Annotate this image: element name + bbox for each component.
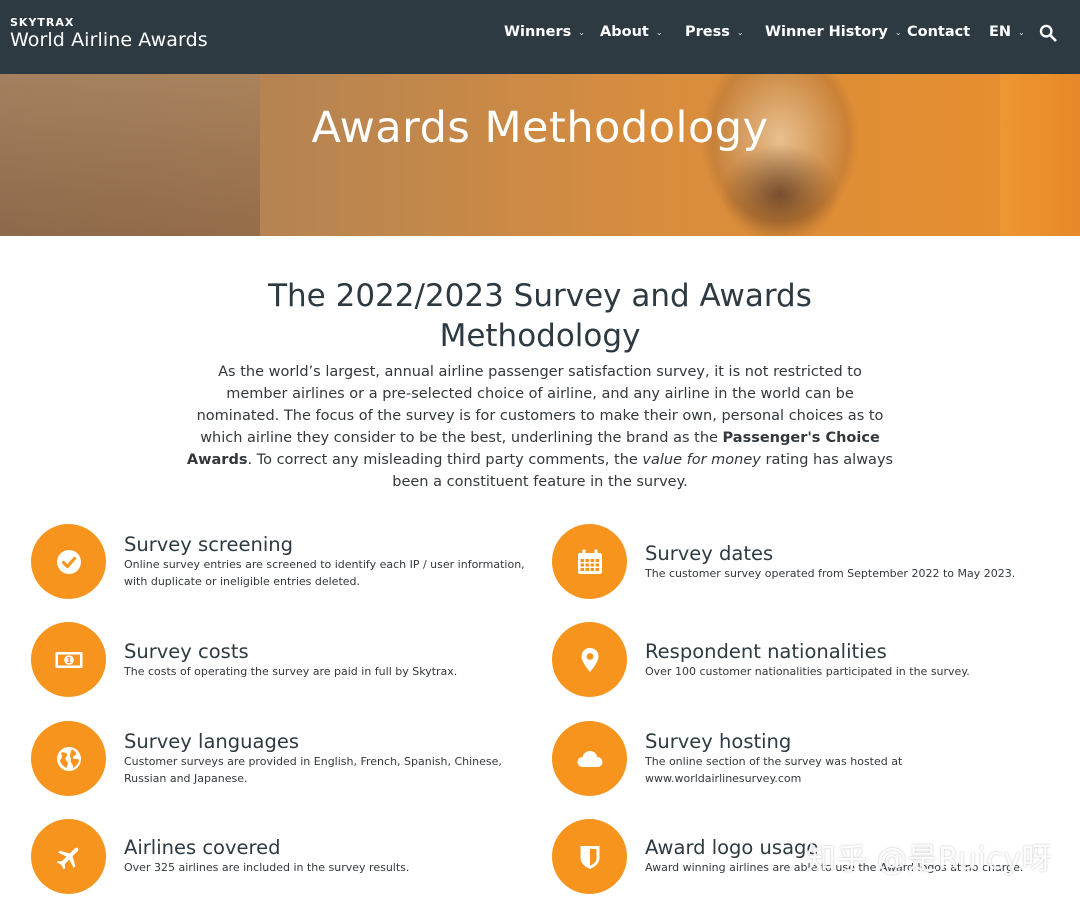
hero-background — [1000, 74, 1080, 236]
main-menu: Winners ⌄ About ⌄ Press ⌄ Winner History ⌄ C… — [0, 0, 1080, 74]
feature-description: The online section of the survey was hos… — [645, 755, 903, 785]
feature-icon-circle — [31, 524, 106, 599]
chevron-down-icon: ⌄ — [578, 27, 585, 37]
nav-contact[interactable]: Contact — [907, 24, 970, 40]
globe-icon — [56, 746, 81, 771]
nav-language[interactable]: EN ⌄ — [989, 24, 1025, 40]
nav-press[interactable]: Press ⌄ — [685, 24, 744, 40]
feature-description: Over 325 airlines are included in the su… — [124, 861, 410, 874]
nav-label: About — [600, 24, 649, 40]
cloud-icon — [577, 750, 602, 767]
feature-title: Survey dates — [645, 542, 774, 565]
shield-icon — [580, 845, 599, 869]
section-title: The 2022/2023 Survey and Awards Methodol… — [268, 278, 812, 354]
nav-label: Winner History — [765, 24, 888, 40]
hero-banner — [0, 74, 1080, 236]
feature-icon-circle — [552, 524, 627, 599]
feature-icon-circle — [552, 622, 627, 697]
feature-description: The costs of operating the survey are pa… — [124, 665, 458, 678]
nav-label: Winners — [504, 24, 572, 40]
feature-respondent-nationalities: Respondent nationalities Over 100 custom… — [552, 622, 1052, 698]
hero-background — [720, 144, 840, 236]
feature-icon-circle — [31, 721, 106, 796]
nav-winner-history[interactable]: Winner History ⌄ — [765, 24, 902, 40]
nav-label: Press — [685, 24, 730, 40]
chevron-down-icon: ⌄ — [1018, 27, 1025, 37]
feature-description: The customer survey operated from Septem… — [645, 567, 1016, 580]
feature-title: Survey screening — [124, 533, 294, 556]
money-icon: 1 — [55, 651, 82, 668]
intro-text-2: . To correct any misleading third party … — [247, 452, 643, 468]
calendar-icon — [577, 549, 602, 574]
hero-background — [0, 74, 260, 236]
feature-icon-circle — [552, 721, 627, 796]
feature-icon-circle — [31, 819, 106, 894]
feature-title: Survey languages — [124, 730, 299, 753]
nav-label: EN — [989, 24, 1012, 40]
nav-about[interactable]: About ⌄ — [600, 24, 663, 40]
feature-title: Survey costs — [124, 640, 249, 663]
chevron-down-icon: ⌄ — [894, 27, 902, 37]
watermark-text: 知乎 @是Ruicy呀 — [806, 842, 1053, 877]
plane-icon — [56, 847, 78, 869]
feature-description: Customer surveys are provided in English… — [124, 755, 502, 785]
feature-airlines-covered: Airlines covered Over 325 airlines are i… — [31, 819, 531, 895]
feature-icon-circle: 1 — [31, 622, 106, 697]
feature-title: Award logo usage — [645, 836, 819, 859]
feature-survey-screening: Survey screening Online survey entries a… — [31, 524, 531, 600]
chevron-down-icon: ⌄ — [655, 27, 663, 37]
feature-survey-dates: Survey dates The customer survey operate… — [552, 524, 1052, 600]
nav-winners[interactable]: Winners ⌄ — [504, 24, 585, 40]
svg-text:1: 1 — [66, 656, 72, 665]
feature-survey-hosting: Survey hosting The online section of the… — [552, 721, 1052, 797]
chevron-down-icon: ⌄ — [736, 27, 744, 37]
intro-paragraph: As the world’s largest, annual airline p… — [186, 361, 894, 493]
page-title: Awards Methodology — [311, 103, 769, 153]
feature-title: Airlines covered — [124, 836, 281, 859]
search-icon[interactable] — [1039, 24, 1057, 42]
top-navbar: SKYTRAX World Airline Awards Winners ⌄ Ab… — [0, 0, 1080, 74]
feature-survey-costs: 1 Survey costs The costs of operating th… — [31, 622, 531, 698]
feature-description: Over 100 customer nationalities particip… — [645, 665, 970, 678]
feature-icon-circle — [552, 819, 627, 894]
nav-label: Contact — [907, 24, 971, 40]
check-circle-icon — [56, 549, 81, 574]
map-pin-icon — [581, 647, 598, 672]
feature-title: Respondent nationalities — [645, 640, 887, 663]
feature-title: Survey hosting — [645, 730, 792, 753]
feature-description: Online survey entries are screened to id… — [124, 558, 525, 588]
intro-italic: value for money — [642, 452, 761, 468]
feature-survey-languages: Survey languages Customer surveys are pr… — [31, 721, 531, 797]
